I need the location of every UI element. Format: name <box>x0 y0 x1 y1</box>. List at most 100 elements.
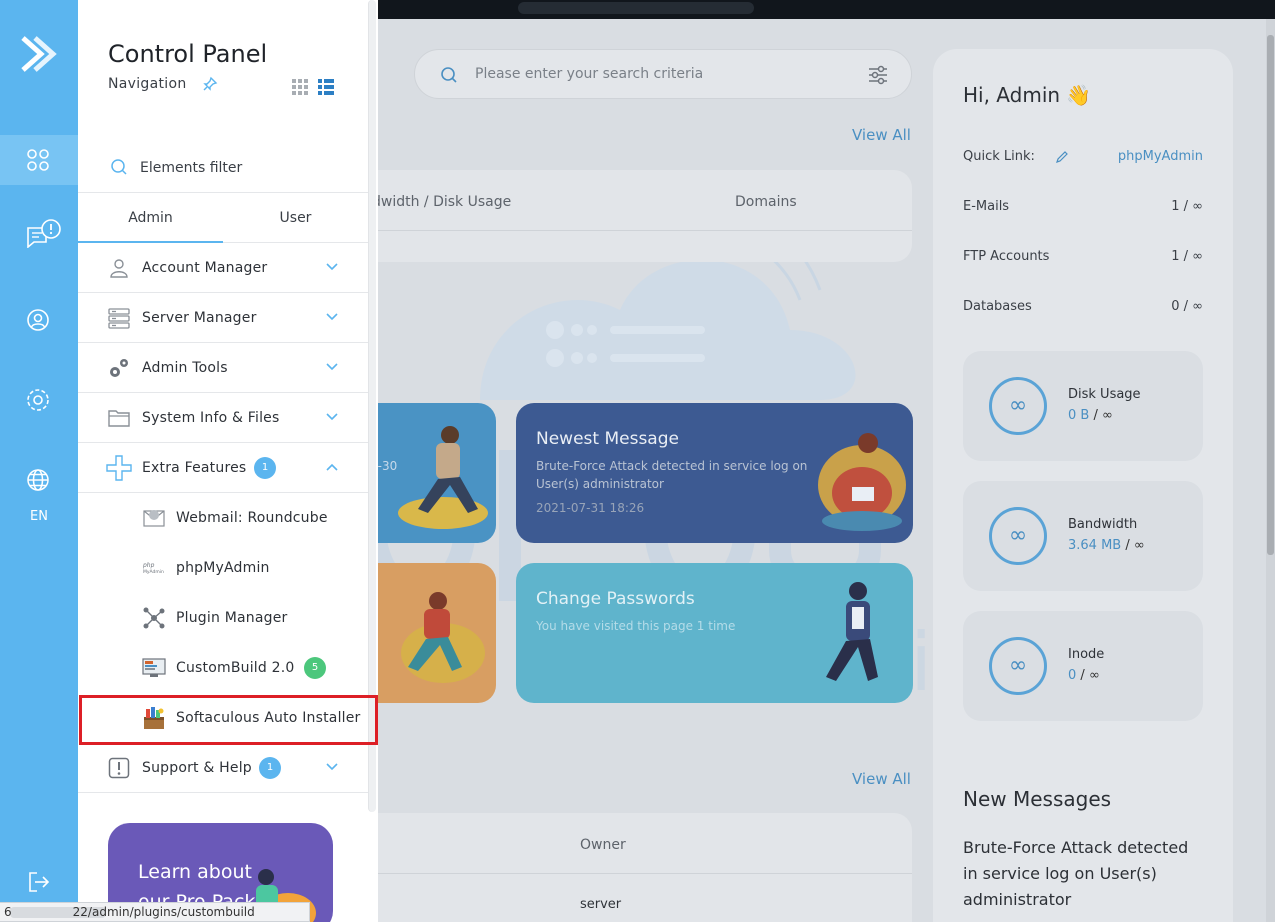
usage-value: 0 / ∞ <box>1068 668 1100 683</box>
menu-extra-features[interactable]: Extra Features 1 <box>78 443 368 493</box>
filter-sliders-icon[interactable] <box>867 64 889 86</box>
gears-icon <box>110 359 128 377</box>
user-circle-icon <box>27 309 49 331</box>
sub-item-phpmyadmin[interactable]: php MyAdmin phpMyAdmin <box>78 543 368 593</box>
jumping-person-illustration <box>826 582 878 681</box>
menu-label: Support & Help <box>142 760 252 776</box>
infinity-ring-icon: ∞ <box>989 637 1047 695</box>
globe-icon <box>27 469 49 491</box>
sub-item-label: phpMyAdmin <box>176 560 270 576</box>
greeting: Hi, Admin 👋 <box>963 83 1092 107</box>
page-scrollbar[interactable] <box>1266 19 1275 922</box>
pin-icon[interactable] <box>202 76 218 92</box>
grid-view-icon[interactable] <box>292 79 308 95</box>
partial-tile-top[interactable]: 7-30 <box>378 403 496 543</box>
elements-filter-input[interactable] <box>140 155 350 181</box>
browser-top-bar <box>378 0 1275 19</box>
menu-support-help[interactable]: Support & Help 1 <box>78 743 368 793</box>
menu-server-manager[interactable]: Server Manager <box>78 293 368 343</box>
chevron-up-icon <box>326 463 338 471</box>
quick-link-phpmyadmin[interactable]: phpMyAdmin <box>1118 149 1203 164</box>
newest-message-tile[interactable]: Newest Message Brute-Force Attack detect… <box>516 403 913 543</box>
sub-item-webmail-roundcube[interactable]: Webmail: Roundcube <box>78 493 368 543</box>
menu-admin-tools[interactable]: Admin Tools <box>78 343 368 393</box>
quick-link-label: Quick Link: <box>963 149 1035 164</box>
usage-card-disk: ∞ Disk Usage 0 B / ∞ <box>963 351 1203 461</box>
user-icon <box>110 259 128 278</box>
change-passwords-tile[interactable]: Change Passwords You have visited this p… <box>516 563 913 703</box>
rail-settings[interactable] <box>0 375 78 425</box>
tab-admin[interactable]: Admin <box>78 193 223 243</box>
menu-system-info-files[interactable]: System Info & Files <box>78 393 368 443</box>
global-search[interactable]: Please enter your search criteria <box>414 49 912 99</box>
rail-dashboard[interactable] <box>0 135 78 185</box>
menu-label: Extra Features <box>142 460 247 476</box>
menu-label: System Info & Files <box>142 410 280 426</box>
drawer-scrollbar[interactable] <box>368 0 376 812</box>
tab-user[interactable]: User <box>223 193 368 243</box>
usage-card-bandwidth: ∞ Bandwidth 3.64 MB / ∞ <box>963 481 1203 591</box>
logo-chevron-icon[interactable] <box>19 34 57 74</box>
custombuild-badge: 5 <box>304 657 326 679</box>
folder-icon <box>108 410 130 427</box>
col-owner-header: Owner <box>580 837 626 853</box>
change-passwords-body: You have visited this page 1 time <box>536 619 736 633</box>
col-bandwidth-header: dwidth / Disk Usage <box>372 194 512 210</box>
stat-value: 0 / ∞ <box>1171 299 1203 314</box>
menu-label: Account Manager <box>142 260 268 276</box>
rail-messages[interactable] <box>0 215 78 265</box>
sub-item-custombuild[interactable]: CustomBuild 2.0 5 <box>78 643 368 693</box>
stat-label: FTP Accounts <box>963 249 1050 264</box>
view-all-link-bottom[interactable]: View All <box>852 770 911 788</box>
chevron-down-icon <box>326 263 338 271</box>
elements-filter <box>78 143 368 193</box>
account-summary-panel: Hi, Admin 👋 Quick Link: phpMyAdmin E-Mai… <box>933 49 1233 922</box>
usage-label: Bandwidth <box>1068 517 1138 532</box>
infinity-ring-icon: ∞ <box>989 377 1047 435</box>
svg-text:php: php <box>142 562 155 569</box>
stat-row-databases: Databases 0 / ∞ <box>963 299 1203 314</box>
roundcube-mail-icon <box>143 510 165 527</box>
chevron-down-icon <box>326 413 338 421</box>
highlight-box <box>79 695 378 745</box>
edit-pencil-icon[interactable] <box>1055 150 1069 164</box>
navigation-drawer: Control Panel Navigation Admin User Acco… <box>78 0 378 922</box>
browser-status-bar: 6 22/admin/plugins/custombuild <box>0 902 310 922</box>
stat-label: Databases <box>963 299 1032 314</box>
logout-icon[interactable] <box>27 870 51 894</box>
alert-square-icon <box>108 757 130 779</box>
role-tabs: Admin User <box>78 193 368 243</box>
search-icon <box>441 67 457 83</box>
rail-account[interactable] <box>0 295 78 345</box>
usage-value: 3.64 MB / ∞ <box>1068 538 1145 553</box>
support-help-badge: 1 <box>259 757 281 779</box>
gear-icon <box>27 389 49 411</box>
drawer-title: Control Panel <box>108 40 268 68</box>
list-view-icon[interactable] <box>318 79 334 95</box>
usage-table-card: dwidth / Disk Usage Domains <box>372 170 912 262</box>
usage-card-inode: ∞ Inode 0 / ∞ <box>963 611 1203 721</box>
partial-tile-bottom[interactable] <box>378 563 496 703</box>
menu-label: Server Manager <box>142 310 257 326</box>
plus-icon <box>106 455 132 481</box>
rail-language[interactable] <box>0 455 78 505</box>
newest-message-body: Brute-Force Attack detected in service l… <box>536 459 808 491</box>
stat-value: 1 / ∞ <box>1171 249 1203 264</box>
icon-rail: EN <box>0 0 78 922</box>
usage-label: Disk Usage <box>1068 387 1141 402</box>
chevron-down-icon <box>326 313 338 321</box>
phpmyadmin-icon: phpMyAdmin <box>142 562 164 575</box>
view-all-link-top[interactable]: View All <box>852 126 911 144</box>
new-messages-title: New Messages <box>963 787 1112 811</box>
search-icon <box>111 159 127 175</box>
stat-label: E-Mails <box>963 199 1010 214</box>
sub-item-plugin-manager[interactable]: Plugin Manager <box>78 593 368 643</box>
owner-cell: server <box>580 897 622 912</box>
dashboard-grid-icon <box>27 149 49 171</box>
menu-account-manager[interactable]: Account Manager <box>78 243 368 293</box>
sub-item-label: Webmail: Roundcube <box>176 510 328 526</box>
language-code[interactable]: EN <box>0 509 78 524</box>
custombuild-monitor-icon <box>142 658 166 677</box>
new-message-item[interactable]: Brute-Force Attack detected in service l… <box>963 835 1203 913</box>
reading-person-illustration <box>818 433 906 531</box>
